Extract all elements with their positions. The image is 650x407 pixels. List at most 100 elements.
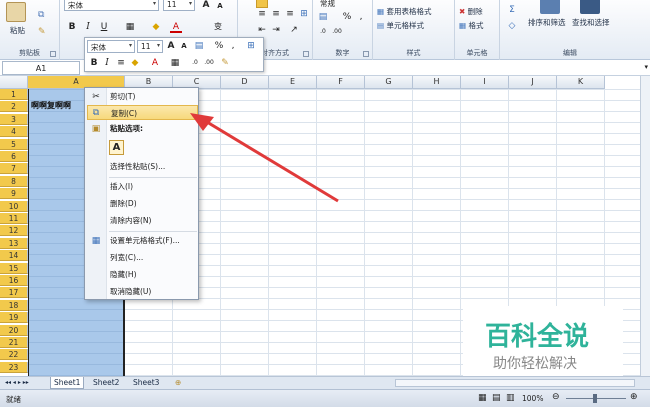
tab-nav-arrows[interactable]: ◂◂ ◂ ▸ ▸▸ [2, 377, 32, 389]
column-header-f[interactable]: F [317, 76, 365, 89]
tab-sheet2[interactable]: Sheet2 [90, 377, 122, 389]
view-normal-icon[interactable]: ▦ [478, 393, 487, 403]
menu-item-insert[interactable]: 插入(I) [107, 179, 199, 194]
find-icon[interactable] [580, 0, 600, 14]
row-header-6[interactable]: 6 [0, 151, 28, 162]
row-header-5[interactable]: 5 [0, 138, 28, 150]
row-header-8[interactable]: 8 [0, 175, 28, 187]
mini-align-icon[interactable]: ≡ [115, 57, 127, 69]
row-header-10[interactable]: 10 [0, 200, 28, 212]
find-select-button[interactable]: 查找和选择 [572, 17, 610, 28]
row-header-16[interactable]: 16 [0, 275, 28, 286]
format-painter-icon[interactable]: ✎ [38, 27, 46, 37]
sort-filter-icon[interactable] [540, 0, 560, 14]
menu-item-clear[interactable]: 清除内容(N) [107, 213, 199, 228]
mini-decrease-decimal-icon[interactable]: .00 [203, 57, 215, 69]
mini-fill-icon[interactable]: ◆ [129, 57, 141, 69]
row-header-23[interactable]: 23 [0, 361, 28, 373]
row-header-7[interactable]: 7 [0, 163, 28, 175]
autosum-button[interactable]: Σ [506, 4, 518, 16]
row-header-15[interactable]: 15 [0, 262, 28, 274]
mini-bold-button[interactable]: B [88, 57, 100, 69]
decrease-decimal-icon[interactable]: .00 [331, 26, 343, 38]
name-box[interactable]: A1 [2, 61, 80, 75]
mini-font-combo[interactable]: 宋体 ▾ [87, 40, 135, 53]
clipboard-launcher-icon[interactable] [50, 51, 56, 57]
mini-increase-decimal-icon[interactable]: .0 [189, 57, 201, 69]
column-header-h[interactable]: H [413, 76, 461, 89]
row-header-14[interactable]: 14 [0, 250, 28, 262]
row-header-11[interactable]: 11 [0, 213, 28, 224]
tab-sheet1[interactable]: Sheet1 [50, 377, 85, 389]
column-header-i[interactable]: I [461, 76, 509, 89]
mini-font-color-icon[interactable]: A [149, 57, 161, 69]
row-header-1[interactable]: 1 [0, 89, 28, 100]
phonetic-button[interactable]: 变 [212, 21, 224, 33]
bold-button[interactable]: B [66, 21, 78, 33]
merge-icon[interactable]: ⊞ [298, 8, 310, 20]
row-header-17[interactable]: 17 [0, 287, 28, 299]
number-format-combo[interactable]: 常规 [317, 0, 369, 10]
increase-decimal-icon[interactable]: .0 [317, 26, 329, 38]
select-all-corner[interactable] [0, 76, 28, 89]
comma-button[interactable]: , [355, 11, 367, 23]
mini-grow-font-icon[interactable]: A [165, 40, 177, 52]
align-left-icon[interactable]: ≡ [256, 8, 268, 20]
mini-size-combo[interactable]: 11 ▾ [137, 40, 163, 53]
view-pagebreak-icon[interactable]: ▥ [506, 393, 515, 403]
table-format-button[interactable]: ▦ 套用表格格式 [377, 6, 431, 17]
new-sheet-icon[interactable]: ⊕ [172, 377, 184, 389]
menu-item-format-cells[interactable]: 设置单元格格式(F)... [107, 233, 199, 248]
percent-button[interactable]: % [341, 11, 353, 23]
row-header-9[interactable]: 9 [0, 188, 28, 200]
indent-increase-icon[interactable]: ⇥ [270, 24, 282, 36]
chevron-down-icon[interactable]: ▾ [129, 42, 132, 49]
delete-cells-button[interactable]: ✖ 删除 [459, 6, 483, 17]
mini-italic-button[interactable]: I [101, 57, 113, 69]
grow-font-button[interactable]: A [200, 0, 212, 11]
mini-merge-icon[interactable]: ⊞ [245, 40, 257, 52]
row-header-21[interactable]: 21 [0, 337, 28, 348]
column-header-d[interactable]: D [221, 76, 269, 89]
orientation-icon[interactable]: ↗ [288, 24, 300, 36]
row-header-19[interactable]: 19 [0, 312, 28, 324]
mini-currency-icon[interactable]: ▤ [193, 40, 205, 52]
zoom-level[interactable]: 100% [522, 394, 543, 403]
menu-item-column-width[interactable]: 列宽(C)... [107, 250, 199, 265]
font-color-button[interactable]: A [170, 21, 182, 33]
row-header-20[interactable]: 20 [0, 324, 28, 336]
mini-percent-button[interactable]: % [213, 40, 225, 52]
chevron-down-icon[interactable]: ▾ [153, 0, 156, 7]
mini-border-icon[interactable]: ▦ [169, 57, 181, 69]
font-size-combo[interactable]: 11 ▾ [163, 0, 195, 11]
menu-item-unhide[interactable]: 取消隐藏(U) [107, 284, 199, 299]
format-cells-button[interactable]: ▦ 格式 [459, 20, 483, 31]
menu-item-hide[interactable]: 隐藏(H) [107, 267, 199, 282]
italic-button[interactable]: I [82, 21, 94, 33]
tab-sheet3[interactable]: Sheet3 [130, 377, 162, 389]
column-header-j[interactable]: J [509, 76, 557, 89]
paste-option-keep-text[interactable]: A [109, 140, 124, 155]
font-name-combo[interactable]: 宋体 ▾ [64, 0, 159, 11]
mini-format-painter-icon[interactable]: ✎ [219, 57, 231, 69]
align-right-icon[interactable]: ≡ [284, 8, 296, 20]
chevron-down-icon[interactable]: ▾ [157, 42, 160, 49]
cell-a2[interactable]: 啊啊复啊啊 [31, 100, 71, 111]
row-header-4[interactable]: 4 [0, 126, 28, 138]
cell-style-button[interactable]: ▤ 单元格样式 [377, 20, 424, 31]
horizontal-scrollbar[interactable] [395, 379, 635, 387]
menu-item-paste-special[interactable]: 选择性粘贴(S)... [107, 159, 199, 174]
currency-icon[interactable]: ▤ [317, 11, 329, 23]
paste-icon[interactable] [6, 2, 26, 22]
wrap-text-icon[interactable] [256, 0, 268, 8]
copy-icon[interactable]: ⧉ [38, 10, 44, 20]
paste-button[interactable]: 粘贴 [10, 25, 25, 36]
mini-shrink-font-icon[interactable]: A [178, 40, 190, 52]
view-layout-icon[interactable]: ▤ [492, 393, 501, 403]
row-header-22[interactable]: 22 [0, 349, 28, 361]
shrink-font-button[interactable]: A [214, 0, 226, 12]
menu-item-copy[interactable]: 复制(C) [87, 105, 198, 120]
column-header-k[interactable]: K [557, 76, 605, 89]
menu-item-cut[interactable]: 剪切(T) [107, 89, 199, 104]
column-header-e[interactable]: E [269, 76, 317, 89]
